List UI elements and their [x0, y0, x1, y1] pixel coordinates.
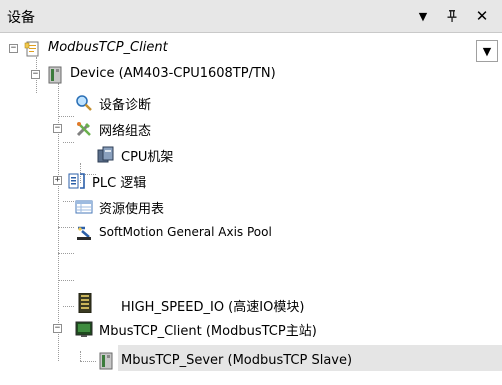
tree-node-modbus-master[interactable]: − MbusTCP_Client (ModbusTCP主站): [0, 316, 470, 342]
axis-pool-icon: [77, 226, 91, 240]
close-icon: ✕: [475, 7, 489, 25]
tree-node-label: 网络组态: [99, 124, 152, 139]
tree-node-label: ModbusTCP_Client: [48, 40, 168, 55]
tree-node-label: 设备诊断: [99, 98, 152, 113]
tree-node-label: HIGH_SPEED_IO (高速IO模块): [121, 300, 305, 315]
panel-title-bar: 设备 ▼ ✕: [0, 0, 502, 33]
modbus-master-icon: [75, 321, 93, 337]
plc-logic-icon: [68, 173, 85, 189]
chevron-down-icon: ▼: [482, 44, 492, 58]
tree-node-resource-table[interactable]: 资源使用表: [0, 194, 470, 220]
modbus-slave-icon: [99, 352, 113, 370]
device-icon: [48, 66, 62, 84]
collapse-toggle[interactable]: −: [53, 324, 62, 333]
tree-node-label: MbusTCP_Client (ModbusTCP主站): [99, 324, 317, 339]
io-module-icon: [78, 293, 92, 313]
tree-node-label: CPU机架: [121, 150, 174, 165]
tree-node-label: MbusTCP_Sever (ModbusTCP Slave): [121, 353, 353, 368]
tree-node-axis-pool[interactable]: SoftMotion General Axis Pool: [0, 220, 470, 246]
tree-node-cpu-rack[interactable]: CPU机架: [0, 142, 470, 168]
project-icon: [24, 41, 39, 57]
tree-dropdown-button[interactable]: ▼: [476, 40, 498, 62]
tree-node-project[interactable]: − ModbusTCP_Client: [0, 36, 470, 62]
collapse-toggle[interactable]: −: [53, 124, 62, 133]
tree-line: [58, 280, 74, 281]
expand-toggle[interactable]: +: [53, 176, 62, 185]
tree-node-label: SoftMotion General Axis Pool: [99, 225, 272, 239]
tree-node-label: PLC 逻辑: [92, 176, 147, 191]
network-config-icon: [76, 122, 91, 137]
tree-node-label: Device (AM403-CPU1608TP/TN): [70, 66, 276, 81]
tree-node-diagnostics[interactable]: 设备诊断: [0, 90, 470, 116]
tree-node-label: 资源使用表: [99, 202, 165, 217]
diagnostics-icon: [76, 95, 92, 111]
collapse-toggle[interactable]: −: [9, 44, 18, 53]
resource-table-icon: [75, 200, 93, 214]
devices-panel: 设备 ▼ ✕ − ModbusTCP_Client ▼ − Device (AM…: [0, 0, 502, 385]
tree-node-plc-logic[interactable]: + PLC 逻辑: [0, 168, 470, 194]
panel-title: 设备: [7, 10, 35, 26]
close-button[interactable]: ✕: [472, 6, 492, 26]
device-tree: − ModbusTCP_Client ▼ − Device (AM403-CPU…: [0, 33, 502, 385]
tree-node-device[interactable]: − Device (AM403-CPU1608TP/TN): [0, 62, 470, 88]
pin-icon: [447, 10, 457, 22]
collapse-toggle[interactable]: −: [31, 70, 40, 79]
tree-node-highspeed[interactable]: [0, 247, 470, 273]
tree-line: [80, 361, 96, 362]
panel-menu-button[interactable]: ▼: [413, 6, 433, 26]
chevron-down-icon: ▼: [418, 9, 428, 23]
tree-line: [80, 351, 81, 361]
cpu-rack-icon: [97, 146, 114, 163]
pin-button[interactable]: [442, 6, 462, 26]
tree-node-network-config[interactable]: − 网络组态: [0, 116, 470, 142]
